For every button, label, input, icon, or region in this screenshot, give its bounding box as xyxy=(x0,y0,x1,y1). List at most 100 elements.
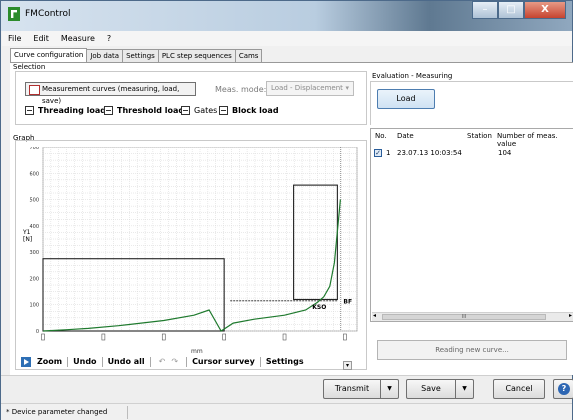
y-tick-label: 200 xyxy=(29,276,39,282)
x-tick-mark xyxy=(343,333,347,341)
undo-button[interactable]: Undo xyxy=(73,357,96,366)
y-axis-name: Y1 xyxy=(23,229,31,236)
column-header-count[interactable]: Number of meas. value xyxy=(497,132,572,148)
column-header-station[interactable]: Station xyxy=(467,132,492,140)
save-split-button: Save ▼ xyxy=(406,379,474,399)
help-button[interactable]: ? xyxy=(553,379,573,399)
evaluation-group-label: Evaluation - Measuring xyxy=(372,72,453,80)
close-button[interactable]: X xyxy=(524,1,566,19)
menu-help[interactable]: ? xyxy=(107,34,111,43)
action-bar xyxy=(1,375,572,403)
measurement-table xyxy=(370,128,573,322)
cursor-survey-button[interactable]: Cursor survey xyxy=(192,357,255,366)
save-button[interactable]: Save xyxy=(406,379,456,399)
window-controls: – □ X xyxy=(472,1,566,19)
y-tick-label: 0 xyxy=(36,329,39,335)
threading-load-option[interactable]: Threading load xyxy=(25,106,106,115)
menu-bar: File Edit Measure ? xyxy=(2,31,572,46)
table-cell-date[interactable]: 23.07.13 10:03:54 xyxy=(397,149,462,157)
toolbar-divider xyxy=(149,356,151,367)
toolbar-divider xyxy=(259,356,261,367)
menu-edit[interactable]: Edit xyxy=(33,34,49,43)
y-axis-label: Y1 [N] xyxy=(23,229,32,243)
redo-arrow-icon[interactable]: ↷ xyxy=(171,357,178,366)
x-tick-mark xyxy=(222,333,226,341)
bf-marker-label: BF xyxy=(343,298,352,305)
selection-group-label: Selection xyxy=(13,63,46,71)
x-tick-mark xyxy=(41,333,45,341)
app-logo-icon xyxy=(8,7,20,21)
y-tick-label: 100 xyxy=(29,303,39,309)
kso-marker-label: KSO xyxy=(312,304,326,311)
undo-arrow-icon[interactable]: ↶ xyxy=(159,357,166,366)
y-tick-label: 700 xyxy=(29,147,39,151)
menu-measure[interactable]: Measure xyxy=(61,34,95,43)
meas-mode-select[interactable]: Load - Displacement ▾ xyxy=(266,81,354,96)
gates-option[interactable]: Gates xyxy=(181,106,217,115)
toolbar-divider xyxy=(101,356,103,367)
block-load-icon xyxy=(219,106,228,115)
column-header-date[interactable]: Date xyxy=(397,132,414,140)
x-tick-mark xyxy=(101,333,106,341)
play-icon[interactable] xyxy=(21,356,31,367)
undo-all-button[interactable]: Undo all xyxy=(108,357,145,366)
table-cell-no[interactable]: 1 xyxy=(386,149,390,157)
tab-job-data[interactable]: Job data xyxy=(86,49,124,62)
tab-settings[interactable]: Settings xyxy=(122,49,159,62)
window-title: FMControl xyxy=(25,9,71,19)
cancel-button[interactable]: Cancel xyxy=(493,379,545,399)
block-load-label: Block load xyxy=(232,106,279,115)
meas-mode-label: Meas. mode: xyxy=(215,85,267,94)
x-axis-ticks xyxy=(41,333,347,341)
load-button[interactable]: Load xyxy=(377,89,435,109)
selection-group xyxy=(15,71,367,125)
load-displacement-chart[interactable]: 0100200300400500600700 KSO BF xyxy=(21,147,361,347)
y-tick-label: 300 xyxy=(29,250,39,256)
block-load-option[interactable]: Block load xyxy=(219,106,279,115)
transmit-dropdown-icon[interactable]: ▼ xyxy=(381,379,399,399)
transmit-split-button: Transmit ▼ xyxy=(323,379,399,399)
meas-mode-value: Load - Displacement xyxy=(271,84,343,92)
gates-icon xyxy=(181,106,190,115)
title-bar[interactable]: FMControl – □ X xyxy=(1,1,572,31)
help-icon: ? xyxy=(558,383,570,395)
gates-label: Gates xyxy=(194,106,218,115)
x-axis-label: mm xyxy=(191,348,203,355)
table-row-checkbox[interactable]: ✓ xyxy=(374,149,382,157)
tab-curve-configuration[interactable]: Curve configuration xyxy=(10,48,88,62)
threading-load-label: Threading load xyxy=(38,106,106,115)
x-tick-mark xyxy=(161,333,166,341)
status-message: * Device parameter changed xyxy=(3,406,128,419)
threading-load-icon xyxy=(25,106,34,115)
y-tick-label: 600 xyxy=(29,171,39,177)
table-cell-count[interactable]: 104 xyxy=(498,149,511,157)
threshold-load-label: Threshold load xyxy=(117,106,185,115)
y-axis-unit: [N] xyxy=(23,236,33,243)
column-header-no[interactable]: No. xyxy=(375,132,387,140)
y-tick-label: 500 xyxy=(29,198,39,204)
table-horizontal-scrollbar[interactable]: ◂ III ▸ xyxy=(372,312,573,321)
tab-plc-step-sequences[interactable]: PLC step sequences xyxy=(157,49,236,62)
toolbar-divider xyxy=(186,356,188,367)
scroll-left-icon[interactable]: ◂ xyxy=(373,312,376,319)
x-tick-mark xyxy=(282,333,287,341)
collapse-toggle-icon[interactable]: ▾ xyxy=(343,361,352,370)
scroll-thumb[interactable]: III xyxy=(382,314,546,320)
zoom-button[interactable]: Zoom xyxy=(37,357,62,366)
tab-cams[interactable]: Cams xyxy=(234,49,263,62)
maximize-button[interactable]: □ xyxy=(498,1,524,19)
menu-file[interactable]: File xyxy=(8,34,21,43)
threshold-load-option[interactable]: Threshold load xyxy=(104,106,184,115)
toolbar-divider xyxy=(67,356,69,367)
chevron-down-icon: ▾ xyxy=(345,84,349,92)
save-dropdown-icon[interactable]: ▼ xyxy=(456,379,474,399)
reading-new-curve-button[interactable]: Reading new curve... xyxy=(377,340,567,360)
transmit-button[interactable]: Transmit xyxy=(323,379,381,399)
measurement-curves-button[interactable]: Measurement curves (measuring, load, sav… xyxy=(25,82,196,105)
scroll-right-icon[interactable]: ▸ xyxy=(569,312,572,319)
tab-strip: Curve configuration Job data Settings PL… xyxy=(10,48,263,62)
graph-toolbar: Zoom Undo Undo all ↶ ↷ Cursor survey Set… xyxy=(21,355,304,368)
graph-settings-button[interactable]: Settings xyxy=(266,357,304,366)
minimize-button[interactable]: – xyxy=(472,1,498,19)
threshold-load-icon xyxy=(104,106,113,115)
